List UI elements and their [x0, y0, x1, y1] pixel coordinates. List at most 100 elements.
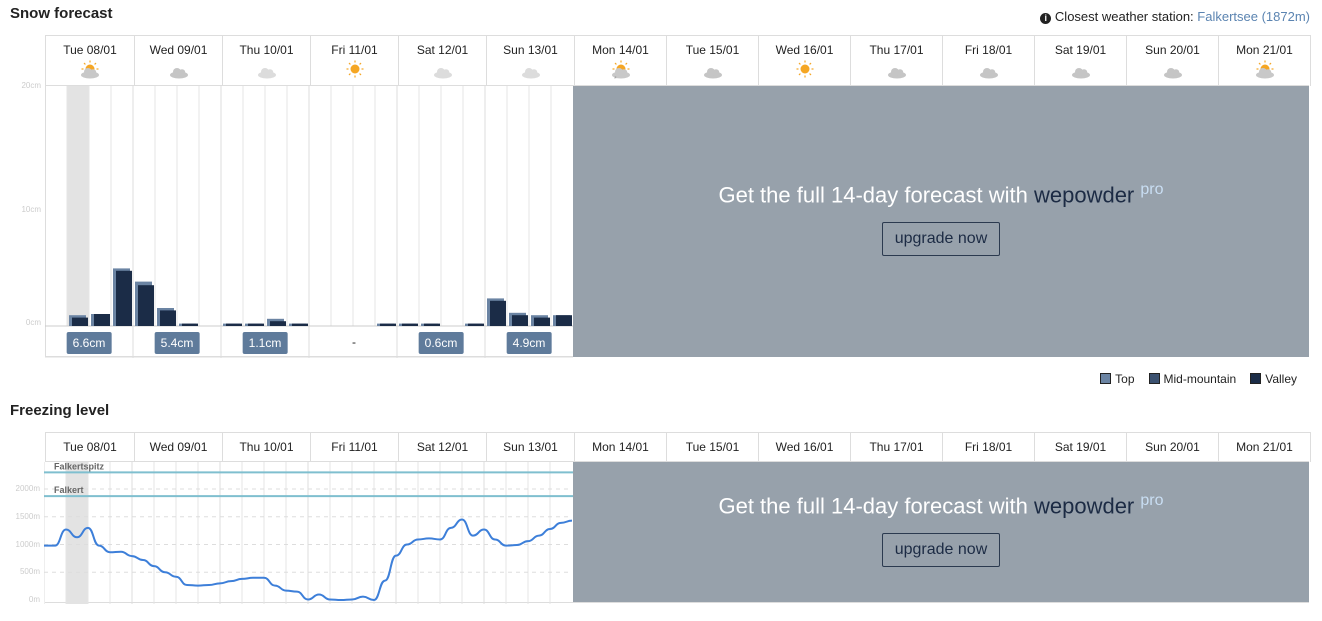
- brand: wepowder: [1033, 493, 1135, 519]
- day-column-header: Tue 15/01: [666, 433, 758, 462]
- legend-item: Valley: [1250, 372, 1297, 386]
- day-column-header: Thu 17/01: [850, 433, 942, 462]
- highlight-now: [67, 86, 89, 326]
- y-tick-label: 2000m: [15, 484, 40, 493]
- freezing-day-header: Tue 08/01 Wed 09/01 Thu 10/01 Fri 11/01 Sat …: [45, 432, 1311, 462]
- snow-day-header: Tue 08/01 Wed 09/01 Thu 10/01 Fri 11/01 Sat …: [45, 35, 1311, 86]
- station-label: Closest weather station:: [1054, 9, 1194, 24]
- light-cloud-icon: [257, 68, 276, 79]
- day-column-header: Thu 10/01: [222, 433, 310, 462]
- cloud-icon: [703, 68, 722, 79]
- legend-item: Top: [1100, 372, 1135, 386]
- day-label: Fri 18/01: [964, 440, 1013, 454]
- bar-valley: [94, 314, 110, 326]
- day-column-header: Fri 11/01: [310, 36, 398, 86]
- day-column-header: Thu 10/01: [222, 36, 310, 86]
- day-label: Tue 15/01: [685, 43, 740, 57]
- freezing-upgrade-overlay: Get the full 14-day forecast with wepowd…: [573, 462, 1309, 602]
- day-column-header: Sat 12/01: [398, 433, 486, 462]
- daily-total: -: [352, 335, 356, 349]
- overlay-text: Get the full 14-day forecast with: [718, 493, 1028, 519]
- legend-swatch: [1250, 373, 1262, 384]
- day-column-header: Sat 19/01: [1034, 36, 1126, 86]
- day-column-header: Sun 13/01: [486, 36, 574, 86]
- day-column-header: Wed 16/01: [758, 36, 850, 86]
- highlight-now: [66, 462, 88, 604]
- day-label: Thu 17/01: [869, 43, 924, 57]
- light-cloud-icon: [521, 68, 540, 79]
- day-column-header: Sat 12/01: [398, 36, 486, 86]
- day-label: Sat 19/01: [1054, 43, 1107, 57]
- day-column-header: Fri 18/01: [942, 433, 1034, 462]
- cloud-icon: [169, 68, 188, 79]
- pro: pro: [1140, 492, 1164, 509]
- day-label: Sat 12/01: [416, 43, 469, 57]
- day-label: Mon 21/01: [1236, 43, 1293, 57]
- day-label: Fri 18/01: [964, 43, 1013, 57]
- day-column-header: Mon 21/01: [1218, 433, 1310, 462]
- partly-cloudy-icon: [1255, 60, 1274, 79]
- day-column-header: Mon 21/01: [1218, 36, 1310, 86]
- sun-icon: [796, 60, 813, 78]
- bar-valley: [490, 300, 506, 326]
- y-tick-label: 1000m: [15, 539, 40, 549]
- info-icon: i: [1040, 13, 1052, 24]
- daily-total: 1.1cm: [242, 332, 288, 354]
- bar-valley: [226, 323, 242, 326]
- cloud-icon: [1071, 68, 1090, 79]
- bar-valley: [512, 315, 528, 326]
- bar-valley: [72, 317, 88, 326]
- day-label: Mon 14/01: [592, 43, 649, 57]
- bar-valley: [116, 270, 132, 326]
- day-column-header: Sun 20/01: [1126, 36, 1218, 86]
- day-label: Tue 08/01: [63, 43, 117, 57]
- day-label: Wed 16/01: [775, 440, 834, 454]
- daily-total: 0.6cm: [418, 332, 464, 354]
- svg-text:*: *: [614, 76, 617, 80]
- bar-valley: [292, 323, 308, 326]
- bar-valley: [424, 323, 440, 326]
- partly-cloudy-icon: [81, 60, 99, 79]
- daily-total: 5.4cm: [154, 332, 200, 354]
- bar-valley: [556, 315, 572, 326]
- reference-label: Falkertspitz: [54, 462, 105, 471]
- day-column-header: Sun 13/01: [486, 433, 574, 462]
- day-column-header: Tue 08/01: [46, 433, 134, 462]
- reference-label: Falkert: [54, 485, 84, 495]
- legend-label: Valley: [1265, 372, 1297, 386]
- day-column-header: Fri 11/01: [310, 433, 398, 462]
- bar-valley: [160, 310, 176, 326]
- sun-icon: [346, 60, 363, 78]
- day-column-header: Sun 20/01: [1126, 433, 1218, 462]
- legend: Top Mid-mountain Valley: [1100, 372, 1297, 386]
- day-label: Thu 17/01: [869, 440, 924, 454]
- bar-valley: [248, 323, 264, 326]
- day-label: Wed 09/01: [149, 440, 208, 454]
- day-label: Tue 15/01: [685, 440, 740, 454]
- day-column-header: Fri 18/01: [942, 36, 1034, 86]
- pro: pro: [1140, 181, 1164, 198]
- station-link[interactable]: Falkertsee (1872m): [1197, 9, 1310, 24]
- day-column-header: Mon 14/01 *: [574, 36, 666, 86]
- y-tick-label: 20cm: [21, 81, 41, 90]
- upgrade-button[interactable]: upgrade now: [881, 222, 1001, 257]
- snow-forecast-title: Snow forecast: [10, 5, 113, 22]
- overlay-text: Get the full 14-day forecast with: [718, 182, 1028, 208]
- day-column-header: Tue 08/01: [46, 36, 134, 86]
- legend-label: Top: [1115, 372, 1135, 386]
- y-tick-label: 1500m: [15, 511, 40, 521]
- day-label: Sun 20/01: [1145, 43, 1200, 57]
- weather-station: i Closest weather station: Falkertsee (1…: [1040, 9, 1310, 24]
- snow-upgrade-overlay: Get the full 14-day forecast with wepowd…: [573, 86, 1309, 357]
- day-label: Mon 21/01: [1236, 440, 1293, 454]
- day-column-header: Tue 15/01: [666, 36, 758, 86]
- y-tick-label: 500m: [19, 567, 40, 577]
- day-label: Fri 11/01: [331, 440, 378, 454]
- legend-swatch: [1148, 373, 1160, 384]
- day-label: Sat 19/01: [1054, 440, 1107, 454]
- day-column-header: Mon 14/01: [574, 433, 666, 462]
- day-label: Fri 11/01: [331, 43, 378, 57]
- day-label: Thu 10/01: [239, 43, 294, 57]
- upgrade-button[interactable]: upgrade now: [881, 533, 1001, 568]
- y-tick-label: 10cm: [21, 205, 41, 214]
